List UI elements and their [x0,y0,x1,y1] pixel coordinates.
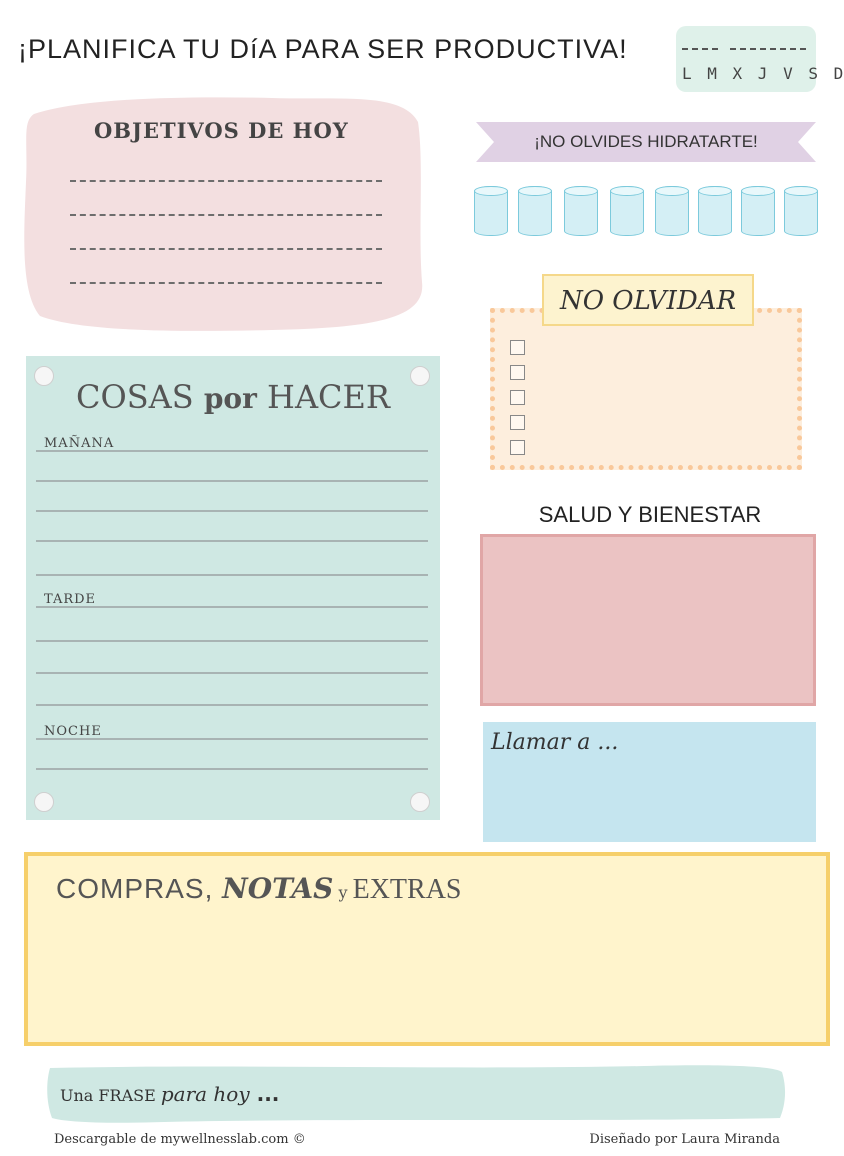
compras-title: COMPRAS, NOTAS y EXTRAS [56,872,462,906]
water-glass-icon[interactable] [564,186,598,236]
pin-icon [410,792,430,812]
section-label-tarde: TARDE [44,592,97,607]
section-label-manana: MAÑANA [44,436,115,451]
water-glass-icon[interactable] [784,186,818,236]
compras-title-part: NOTAS [222,872,334,905]
todo-line[interactable] [36,738,428,740]
water-glass-icon[interactable] [698,186,732,236]
cosas-title-part: HACER [256,378,390,416]
todo-line[interactable] [36,480,428,482]
cosas-title-part: por [203,382,257,415]
compras-section[interactable]: COMPRAS, NOTAS y EXTRAS [24,852,830,1046]
no-olvidar-box [490,308,802,470]
todo-line[interactable] [36,768,428,770]
checkbox-1[interactable] [510,340,525,355]
todo-line[interactable] [36,540,428,542]
todo-line[interactable] [36,574,428,576]
hydrate-title: ¡NO OLVIDES HIDRATARTE! [534,132,758,151]
frase-section[interactable]: Una FRASE para hoy ... [44,1062,788,1124]
checkbox-3[interactable] [510,390,525,405]
salud-title: SALUD Y BIENESTAR [538,502,762,527]
llamar-box[interactable]: Llamar a ... [483,722,816,842]
salud-box[interactable] [480,534,816,706]
todo-line[interactable] [36,672,428,674]
section-label-noche: NOCHE [44,724,102,739]
no-olvidar-title: NO OLVIDAR [559,286,737,316]
date-dash-short [682,48,718,50]
compras-title-part: COMPRAS, [56,873,223,904]
objetivo-line-2[interactable] [70,214,382,216]
water-glass-icon[interactable] [474,186,508,236]
frase-title-part: ... [249,1082,280,1106]
hydrate-banner: ¡NO OLVIDES HIDRATARTE! [476,122,816,162]
footer-author: Diseñado por Laura Miranda [589,1132,780,1147]
no-olvidar-tag: NO OLVIDAR [542,274,754,326]
date-dash-long [730,48,806,50]
water-glass-icon[interactable] [741,186,775,236]
cosas-title: COSAS por HACER [26,378,440,416]
frase-title: Una FRASE para hoy ... [60,1082,279,1106]
frase-title-part: Una FRASE [60,1086,161,1105]
cosas-title-part: COSAS [76,378,204,416]
footer-source: Descargable de mywellnesslab.com © [54,1132,306,1147]
objetivos-title: OBJETIVOS DE HOY [94,118,349,143]
todo-line[interactable] [36,606,428,608]
frase-title-part: para hoy [160,1082,250,1106]
compras-title-part: y [333,883,353,902]
todo-line[interactable] [36,450,428,452]
llamar-title: Llamar a ... [491,730,619,755]
objetivo-line-1[interactable] [70,180,382,182]
objetivo-line-4[interactable] [70,282,382,284]
cosas-por-hacer-section: COSAS por HACER MAÑANA TARDE NOCHE [26,356,440,820]
water-glass-icon[interactable] [518,186,552,236]
todo-line[interactable] [36,510,428,512]
page-title: ¡PLANIFICA TU DíA PARA SER PRODUCTIVA! [18,34,628,64]
water-glass-icon[interactable] [655,186,689,236]
objetivo-line-3[interactable] [70,248,382,250]
compras-title-part: EXTRAS [352,874,462,905]
pin-icon [34,792,54,812]
day-box: L M X J V S D [676,26,843,92]
todo-line[interactable] [36,704,428,706]
weekday-letters: L M X J V S D [682,64,844,83]
checkbox-5[interactable] [510,440,525,455]
todo-line[interactable] [36,640,428,642]
water-glass-icon[interactable] [610,186,644,236]
checkbox-2[interactable] [510,365,525,380]
checkbox-4[interactable] [510,415,525,430]
objetivos-section: OBJETIVOS DE HOY [22,92,424,332]
